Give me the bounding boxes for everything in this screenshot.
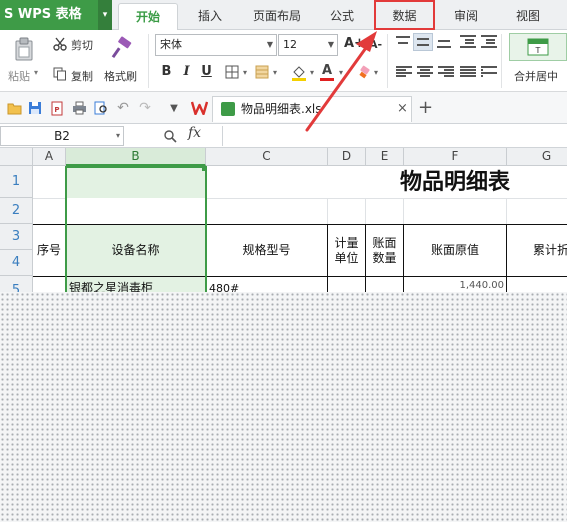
annotation-arrow bbox=[305, 31, 377, 132]
